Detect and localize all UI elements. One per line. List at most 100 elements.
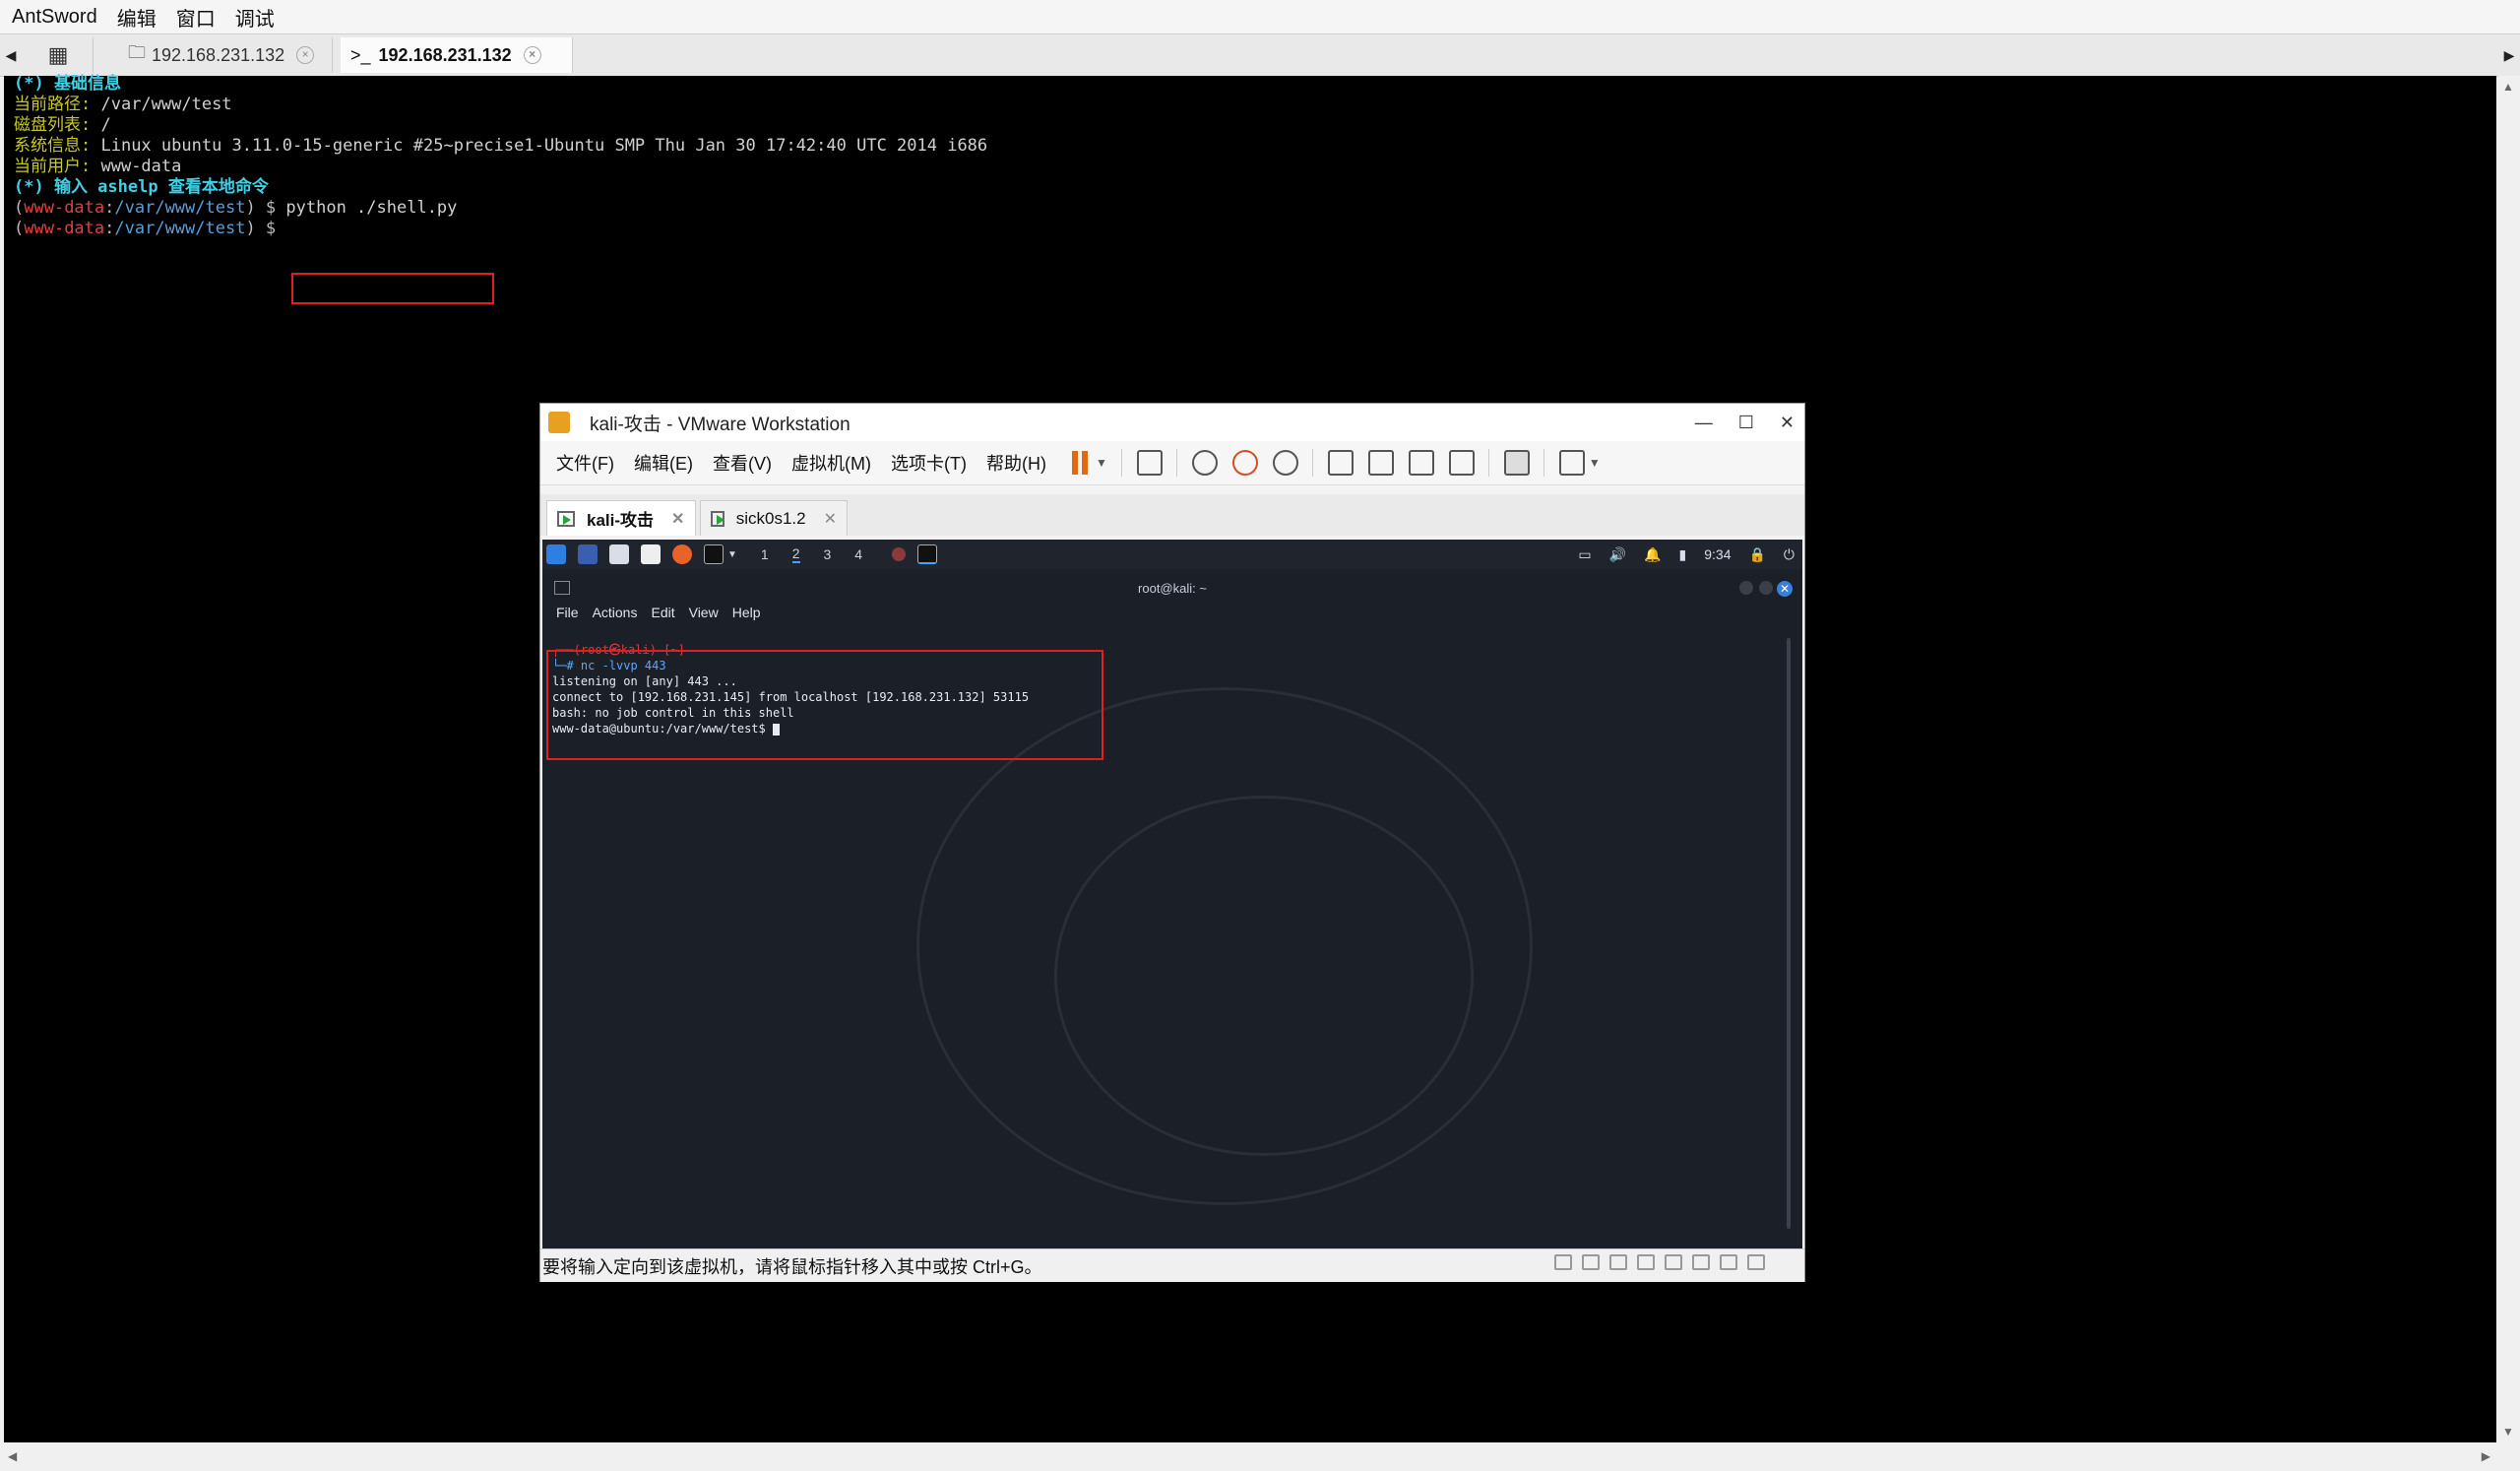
toolbar-separator [1487, 449, 1489, 477]
menu-help[interactable]: Help [732, 605, 761, 628]
chevron-down-icon[interactable]: ▼ [1589, 456, 1601, 470]
terminal-icon: >_ [350, 44, 371, 65]
network-icon[interactable] [1609, 1254, 1627, 1270]
app-name[interactable]: AntSword [12, 6, 97, 29]
tab-file-manager[interactable]: 🗀 192.168.231.132 × [118, 37, 333, 73]
usb-icon[interactable] [1665, 1254, 1682, 1270]
terminal-scrollbar[interactable] [1787, 638, 1791, 1229]
scroll-up-icon[interactable]: ▲ [2502, 80, 2514, 94]
unity-icon[interactable] [1448, 450, 1475, 476]
revert-snapshot-icon[interactable] [1231, 450, 1258, 476]
menu-view[interactable]: 查看(V) [713, 450, 772, 476]
power-icon[interactable]: ⏻ [1784, 546, 1795, 563]
close-icon[interactable]: ✕ [824, 509, 837, 529]
close-icon[interactable]: ✕ [1777, 581, 1793, 597]
workspace-4[interactable]: 4 [854, 546, 862, 562]
workspace-2[interactable]: 2 [791, 545, 800, 563]
vm-tab-label: sick0s1.2 [735, 508, 806, 528]
snapshot-icon[interactable] [1191, 450, 1218, 476]
vertical-scrollbar[interactable]: ▲ ▼ [2498, 76, 2520, 1442]
console-view-icon[interactable] [1503, 450, 1530, 476]
workspace-1[interactable]: 1 [761, 546, 769, 562]
vmware-menubar: 文件(F) 编辑(E) 查看(V) 虚拟机(M) 选项卡(T) 帮助(H) ▼ … [540, 441, 1804, 485]
terminal-window-icon[interactable] [917, 544, 938, 564]
send-ctrl-alt-del-icon[interactable] [1136, 450, 1163, 476]
menu-edit[interactable]: 编辑 [117, 3, 157, 32]
kali-menu-icon[interactable] [546, 544, 566, 564]
stretch-icon[interactable] [1558, 450, 1585, 476]
horizontal-scrollbar[interactable]: ◀ ▶ [0, 1443, 2498, 1471]
menu-debug[interactable]: 调试 [235, 3, 275, 32]
menu-actions[interactable]: Actions [593, 605, 638, 628]
kali-terminal-menubar: File Actions Edit View Help [556, 605, 775, 628]
chevron-down-icon[interactable]: ▼ [727, 549, 737, 560]
kali-dragon-watermark [1054, 796, 1474, 1156]
close-icon[interactable]: ✕ [1780, 413, 1795, 433]
tab-terminal[interactable]: >_ 192.168.231.132 × [341, 37, 573, 73]
scroll-down-icon[interactable]: ▼ [2502, 1425, 2514, 1439]
library-icon[interactable] [1327, 450, 1354, 476]
clock[interactable]: 9:34 [1704, 546, 1731, 562]
kali-vm-screen[interactable]: ▼ 1 2 3 4 ▭ 🔊 🔔 ▮ 9:34 🔒 ⏻ root@kali: ~ … [542, 540, 1802, 1248]
maximize-icon[interactable] [1759, 581, 1773, 595]
usb-icon[interactable] [1637, 1254, 1655, 1270]
minimize-icon[interactable] [1739, 581, 1753, 595]
terminal-command: python ./shell.py [285, 198, 458, 218]
app-menubar: AntSword 编辑 窗口 调试 [0, 0, 2520, 33]
printer-icon[interactable] [1720, 1254, 1737, 1270]
display-icon[interactable]: ▭ [1578, 546, 1591, 563]
snapshot-manager-icon[interactable] [1272, 450, 1298, 476]
sound-icon[interactable] [1692, 1254, 1710, 1270]
kali-tray: ▭ 🔊 🔔 ▮ 9:34 🔒 ⏻ [1560, 540, 1795, 569]
menu-edit[interactable]: 编辑(E) [634, 450, 693, 476]
files-icon[interactable] [609, 544, 629, 564]
vmware-window[interactable]: kali-攻击 - VMware Workstation — ☐ ✕ 文件(F)… [539, 403, 1805, 1282]
terminal-sysinfo-line: 系统信息: Linux ubuntu 3.11.0-15-generic #25… [14, 136, 988, 156]
thumbnail-bar-icon[interactable] [1367, 450, 1394, 476]
hard-disk-icon[interactable] [1554, 1254, 1572, 1270]
scroll-left-icon[interactable]: ◀ [8, 1449, 17, 1463]
menu-file[interactable]: 文件(F) [556, 450, 614, 476]
menu-vm[interactable]: 虚拟机(M) [791, 450, 871, 476]
minimize-icon[interactable]: — [1695, 413, 1713, 433]
volume-icon[interactable]: 🔊 [1609, 546, 1626, 563]
menu-window[interactable]: 窗口 [176, 3, 216, 32]
kali-terminal-title: root@kali: ~ [1138, 581, 1207, 596]
tab-bar: ◀ ▦ 🗀 192.168.231.132 × >_ 192.168.231.1… [0, 33, 2520, 77]
tab-scroll-left-icon[interactable]: ◀ [2, 34, 20, 76]
menu-help[interactable]: 帮助(H) [986, 450, 1046, 476]
workspace-3[interactable]: 3 [824, 546, 832, 562]
terminal-icon[interactable] [704, 544, 724, 564]
menu-file[interactable]: File [556, 605, 579, 628]
vm-running-icon [557, 510, 575, 527]
menu-edit[interactable]: Edit [651, 605, 674, 628]
maximize-icon[interactable]: ☐ [1738, 413, 1754, 433]
vmware-titlebar[interactable]: kali-攻击 - VMware Workstation [540, 404, 1804, 441]
close-icon[interactable]: × [523, 46, 541, 64]
menu-view[interactable]: View [689, 605, 719, 628]
app-window-icon[interactable] [892, 547, 907, 561]
text-editor-icon[interactable] [641, 544, 661, 564]
menu-tabs[interactable]: 选项卡(T) [891, 450, 967, 476]
desktop-icon[interactable] [578, 544, 598, 564]
pause-icon[interactable] [1071, 451, 1092, 475]
vm-running-icon [711, 510, 724, 527]
close-icon[interactable]: ✕ [671, 509, 684, 529]
lock-icon[interactable]: 🔒 [1748, 546, 1765, 563]
vm-tab-sick0s[interactable]: sick0s1.2 ✕ [700, 500, 848, 536]
grid-home-icon[interactable]: ▦ [24, 37, 94, 73]
cd-icon[interactable] [1582, 1254, 1600, 1270]
tab-scroll-right-icon[interactable]: ▶ [2500, 34, 2518, 76]
vmware-logo-icon [548, 412, 570, 433]
terminal-prompt-line: (www-data:/var/www/test) $ [14, 219, 286, 238]
battery-icon[interactable]: ▮ [1679, 546, 1687, 563]
scroll-right-icon[interactable]: ▶ [2482, 1449, 2490, 1463]
notification-icon[interactable]: 🔔 [1644, 546, 1661, 563]
firefox-icon[interactable] [672, 544, 692, 564]
chevron-down-icon[interactable]: ▼ [1096, 456, 1107, 470]
message-icon[interactable] [1747, 1254, 1765, 1270]
close-icon[interactable]: × [296, 46, 315, 64]
fullscreen-icon[interactable] [1408, 450, 1434, 476]
status-message: 要将输入定向到该虚拟机，请将鼠标指针移入其中或按 Ctrl+G。 [542, 1256, 1042, 1277]
vm-tab-kali[interactable]: kali-攻击 ✕ [546, 500, 696, 536]
